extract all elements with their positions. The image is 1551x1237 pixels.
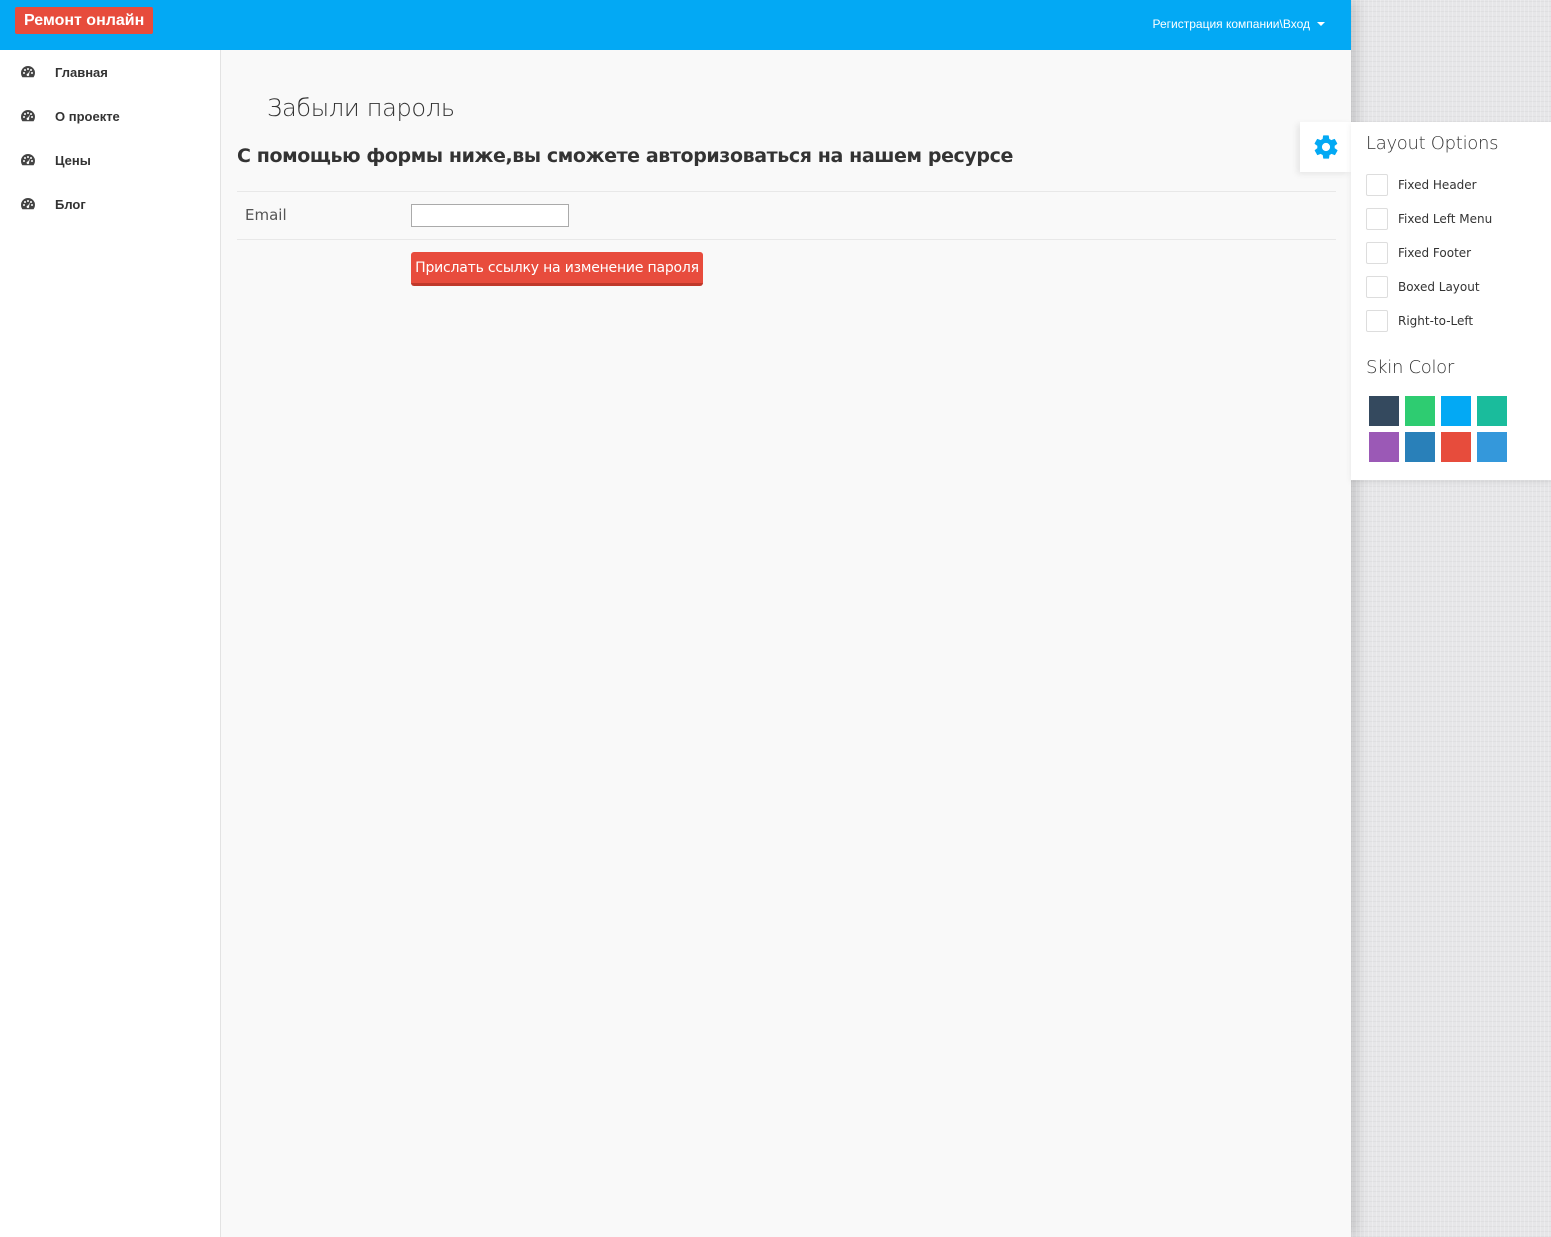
skin-swatch[interactable]: [1441, 432, 1471, 462]
checkbox[interactable]: [1366, 174, 1388, 196]
option-fixed-footer[interactable]: Fixed Footer: [1366, 242, 1471, 264]
main-content: Забыли пароль С помощью формы ниже,вы см…: [221, 50, 1351, 1237]
skin-swatch[interactable]: [1477, 432, 1507, 462]
dashboard-icon: [21, 66, 35, 78]
sidebar-item-about[interactable]: О проекте: [0, 94, 220, 138]
email-form-row: Email: [237, 191, 1336, 239]
gear-icon: [1314, 135, 1338, 159]
skin-swatch[interactable]: [1369, 396, 1399, 426]
sidebar: Главная О проекте Цены Блог: [0, 50, 221, 1237]
submit-form-row: Прислать ссылку на изменение пароля: [237, 239, 1336, 299]
brand-logo[interactable]: Ремонт онлайн: [15, 7, 154, 34]
option-label: Fixed Left Menu: [1398, 212, 1493, 226]
user-menu-label: Регистрация компании\Вход: [1152, 17, 1310, 31]
app-window: Ремонт онлайн Регистрация компании\Вход …: [0, 0, 1351, 1237]
email-field[interactable]: [411, 204, 569, 227]
layout-options-panel: Layout Options Fixed Header Fixed Left M…: [1351, 122, 1551, 480]
sidebar-item-label: Главная: [55, 64, 108, 80]
dashboard-icon: [21, 154, 35, 166]
sidebar-item-label: Блог: [55, 196, 86, 212]
skin-swatch[interactable]: [1405, 432, 1435, 462]
skin-swatch[interactable]: [1441, 396, 1471, 426]
dashboard-icon: [21, 110, 35, 122]
skin-swatch[interactable]: [1369, 432, 1399, 462]
checkbox[interactable]: [1366, 276, 1388, 298]
caret-down-icon: [1317, 22, 1325, 26]
page-title: Забыли пароль: [267, 94, 455, 122]
checkbox[interactable]: [1366, 242, 1388, 264]
email-label: Email: [245, 206, 287, 224]
sidebar-item-label: О проекте: [55, 108, 120, 124]
option-right-to-left[interactable]: Right-to-Left: [1366, 310, 1473, 332]
page-subtitle: С помощью формы ниже,вы сможете авторизо…: [237, 145, 1013, 167]
option-boxed-layout[interactable]: Boxed Layout: [1366, 276, 1480, 298]
skin-swatch[interactable]: [1477, 396, 1507, 426]
sidebar-item-home[interactable]: Главная: [0, 50, 220, 94]
layout-settings-toggle[interactable]: [1300, 122, 1352, 172]
option-fixed-left-menu[interactable]: Fixed Left Menu: [1366, 208, 1492, 230]
layout-options-title: Layout Options: [1366, 133, 1499, 154]
option-label: Fixed Header: [1398, 178, 1477, 192]
top-header: Ремонт онлайн Регистрация компании\Вход: [0, 0, 1351, 50]
skin-swatch[interactable]: [1405, 396, 1435, 426]
user-menu-dropdown[interactable]: Регистрация компании\Вход: [1153, 17, 1325, 31]
option-label: Boxed Layout: [1398, 280, 1480, 294]
checkbox[interactable]: [1366, 310, 1388, 332]
option-label: Fixed Footer: [1398, 246, 1472, 260]
checkbox[interactable]: [1366, 208, 1388, 230]
sidebar-item-blog[interactable]: Блог: [0, 182, 220, 226]
option-label: Right-to-Left: [1398, 314, 1474, 328]
sidebar-item-label: Цены: [55, 152, 91, 168]
skin-color-title: Skin Color: [1366, 357, 1454, 378]
dashboard-icon: [21, 198, 35, 210]
send-reset-link-button[interactable]: Прислать ссылку на изменение пароля: [411, 252, 703, 286]
sidebar-item-prices[interactable]: Цены: [0, 138, 220, 182]
option-fixed-header[interactable]: Fixed Header: [1366, 174, 1477, 196]
